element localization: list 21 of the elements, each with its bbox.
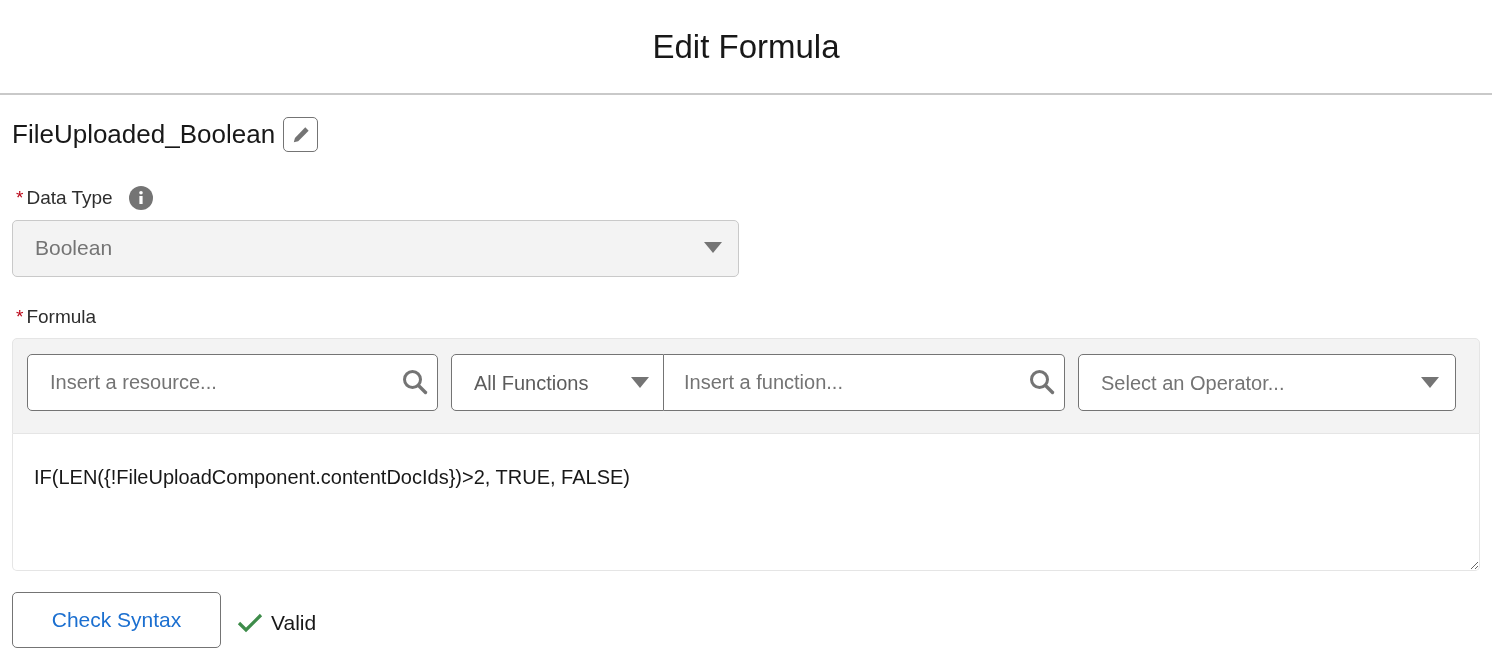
resource-name: FileUploaded_Boolean	[12, 118, 276, 151]
caret-icon	[631, 376, 649, 389]
field-label: Formula	[26, 305, 97, 327]
info-icon	[128, 186, 153, 211]
field-label: Data Type	[26, 186, 113, 210]
caret-icon	[704, 242, 722, 254]
formula-text-area[interactable]: IF(LEN({!FileUploadComponent.contentDocIds})>2, TRUE, FALSE)	[12, 434, 1480, 571]
caret-icon	[1421, 376, 1439, 389]
syntax-status: Valid	[271, 610, 317, 637]
required-asterisk: *	[16, 305, 24, 327]
edit-button[interactable]	[283, 117, 319, 152]
search-icon	[402, 369, 428, 395]
check-syntax-button[interactable]: Check Syntax	[12, 592, 221, 648]
search-icon	[1029, 369, 1055, 395]
pencil-icon	[291, 125, 310, 144]
resource-search-field[interactable]: Insert a resource...	[27, 354, 438, 411]
operator-select[interactable]: Select an Operator...	[1078, 354, 1456, 411]
required-asterisk: *	[16, 186, 24, 210]
function-category-dropdown[interactable]: All Functions	[451, 354, 664, 411]
function-search-field[interactable]: Insert a function...	[664, 354, 1065, 411]
dialog-title: Edit Formula	[652, 26, 840, 67]
